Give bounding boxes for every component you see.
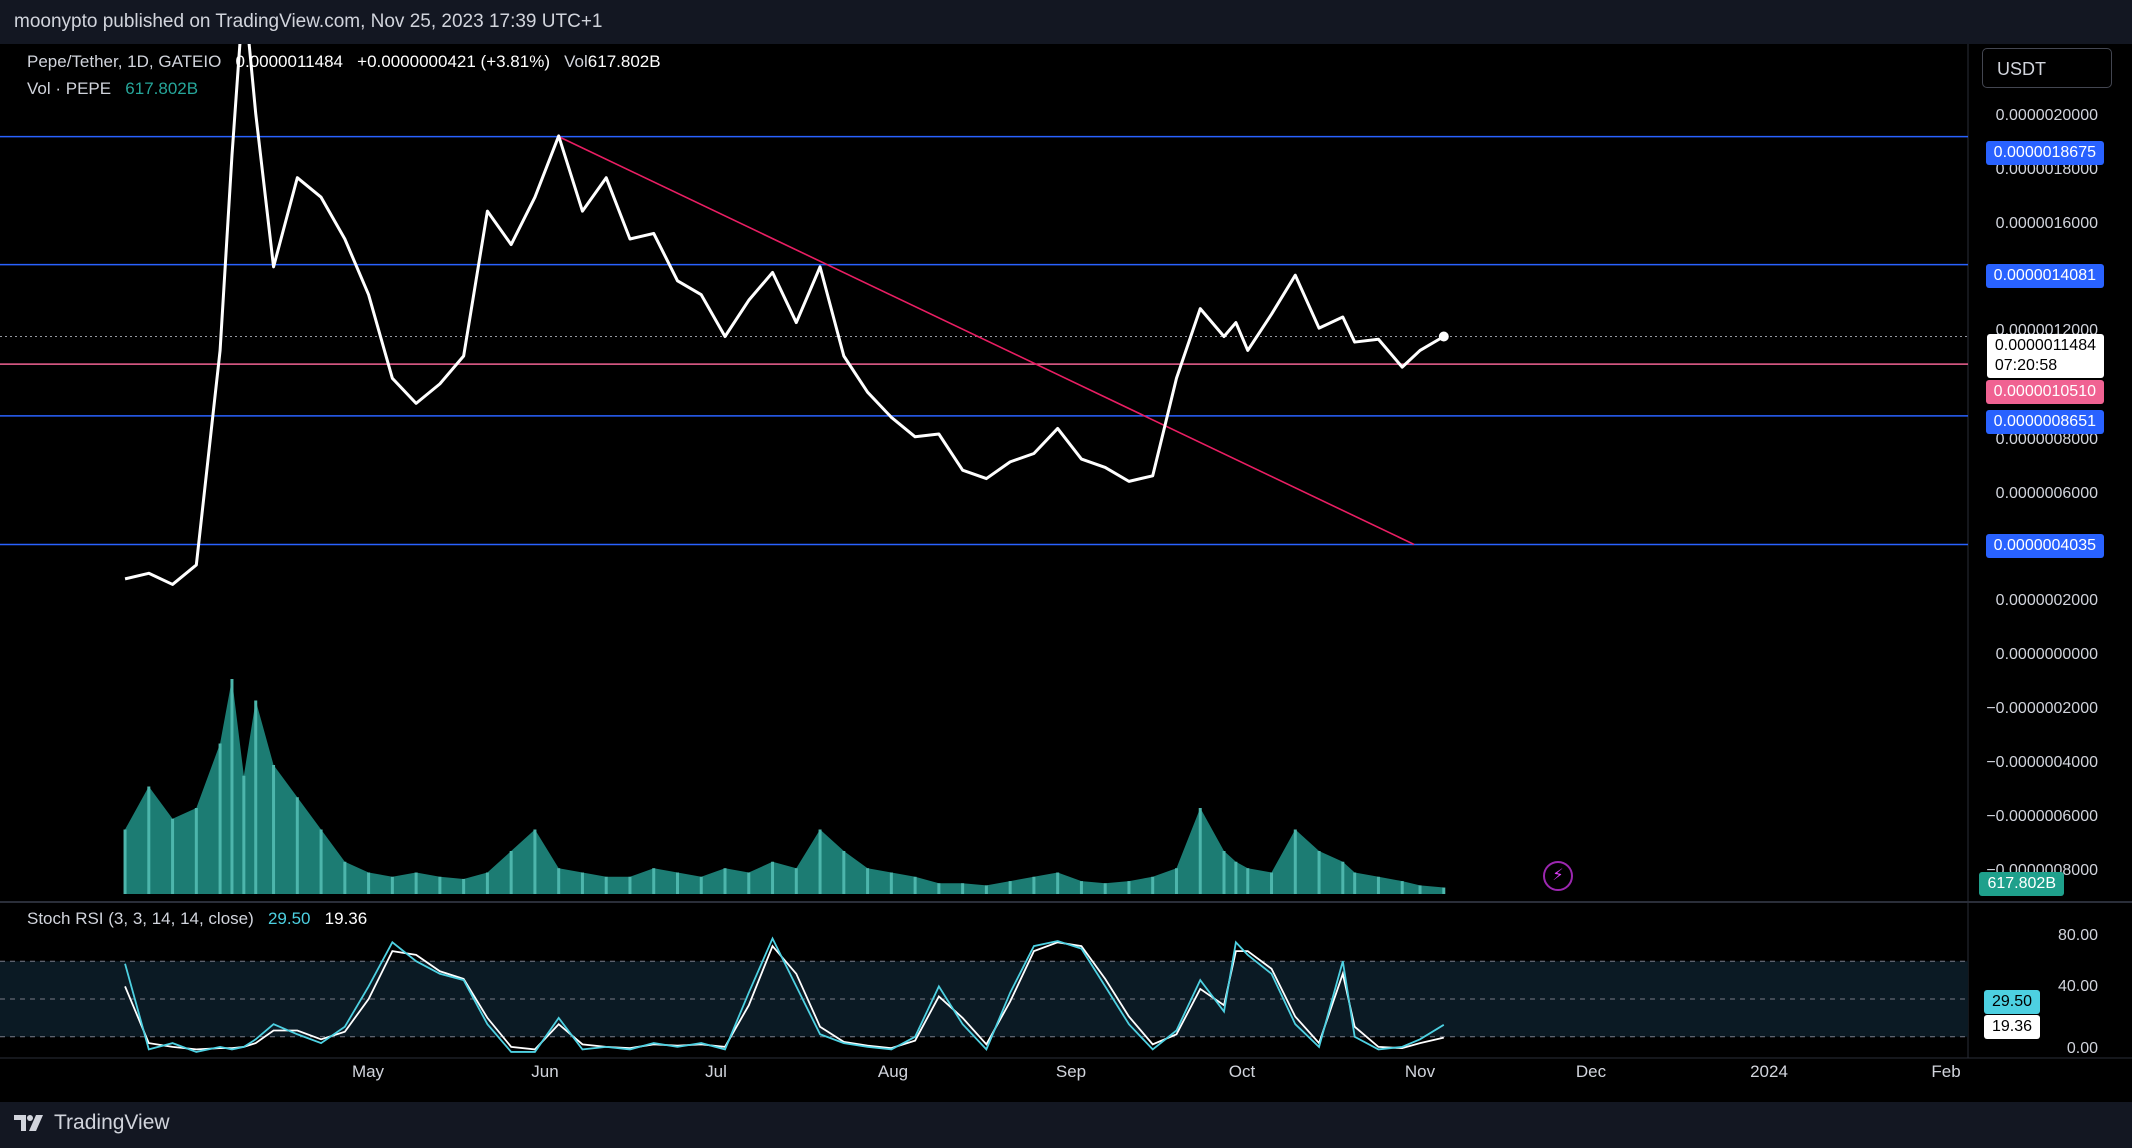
level-label: 0.0000018675 (1985, 141, 2104, 165)
stoch-k-label: 29.50 (1983, 990, 2040, 1014)
x-axis-label: Dec (1575, 1062, 1607, 1081)
x-axis-label: May (351, 1062, 385, 1081)
price-change: +0.0000000421 (+3.81%) (357, 52, 550, 71)
x-axis-label: 2024 (1750, 1062, 1788, 1081)
current-price-value: 0.0000011484 (1994, 337, 2096, 354)
price-axis-tick: −0.0000004000 (1986, 754, 2098, 771)
price-axis-tick: −0.0000002000 (1986, 700, 2098, 717)
price-axis-tick: −0.0000006000 (1986, 808, 2098, 825)
level-label: 0.0000014081 (1985, 264, 2104, 288)
stoch-axis-0: 0.00 (2066, 1040, 2098, 1057)
price-chart[interactable] (0, 44, 2132, 1102)
x-axis-label: Aug (877, 1062, 909, 1081)
current-price-label: 0.0000011484 07:20:58 (1986, 334, 2104, 378)
symbol-name: Pepe/Tether, 1D, GATEIO (27, 52, 222, 71)
price-axis-tick: 0.0000000000 (1995, 646, 2098, 663)
vol-value: 617.802B (587, 52, 661, 71)
volume-legend: Vol · PEPE 617.802B (27, 79, 198, 99)
tradingview-logo-icon (14, 1115, 43, 1131)
currency-button[interactable]: USDT (1982, 48, 2112, 88)
stoch-d-value: 19.36 (324, 909, 368, 928)
tradingview-logo[interactable]: TradingView (14, 1111, 170, 1135)
stoch-k-value: 29.50 (267, 909, 311, 928)
x-axis-label: Oct (1228, 1062, 1256, 1081)
stoch-label: Stoch RSI (3, 3, 14, 14, close) (27, 909, 254, 928)
vol-series-label: Vol · PEPE (27, 79, 112, 98)
x-axis-label: Jul (705, 1062, 727, 1081)
x-axis-label: Sep (1055, 1062, 1087, 1081)
x-axis-label: Jun (531, 1062, 559, 1081)
stoch-d-label: 19.36 (1983, 1015, 2040, 1039)
level-label: 0.0000004035 (1985, 534, 2104, 558)
last-price-dot (1438, 331, 1449, 342)
stoch-rsi-pane (0, 936, 1968, 1053)
symbol-legend: Pepe/Tether, 1D, GATEIO 0.0000011484 +0.… (27, 52, 661, 72)
stoch-axis-80: 80.00 (2057, 927, 2098, 944)
volume-bars (123, 679, 1446, 894)
brand-name: TradingView (54, 1111, 170, 1134)
publisher-line: moonypto published on TradingView.com, N… (14, 11, 603, 32)
price-line (124, 44, 1445, 586)
price-axis-tick: 0.0000006000 (1995, 485, 2098, 502)
bar-countdown: 07:20:58 (1994, 357, 2058, 374)
price-axis-tick: 0.0000016000 (1995, 215, 2098, 232)
stoch-axis-40: 40.00 (2057, 978, 2098, 995)
volume-area (125, 679, 1444, 894)
trendline (558, 135, 1415, 546)
volume-label: 617.802B (1979, 872, 2064, 896)
vol-label: Vol (564, 52, 588, 71)
price-axis-tick: 0.0000020000 (1995, 107, 2098, 124)
price-axis-tick: 0.0000002000 (1995, 592, 2098, 609)
price-series (124, 44, 1449, 586)
lightning-icon[interactable]: ⚡ (1543, 861, 1573, 891)
publisher-header: moonypto published on TradingView.com, N… (0, 0, 2132, 44)
level-label: 0.0000008651 (1985, 410, 2104, 434)
red-level-label: 0.0000010510 (1985, 380, 2104, 404)
footer-bar (0, 1102, 2132, 1148)
last-price: 0.0000011484 (235, 52, 343, 71)
vol-series-value: 617.802B (125, 79, 199, 98)
x-axis-label: Feb (1931, 1062, 1961, 1081)
stoch-legend: Stoch RSI (3, 3, 14, 14, close) 29.50 19… (27, 909, 367, 929)
x-axis-label: Nov (1404, 1062, 1436, 1081)
